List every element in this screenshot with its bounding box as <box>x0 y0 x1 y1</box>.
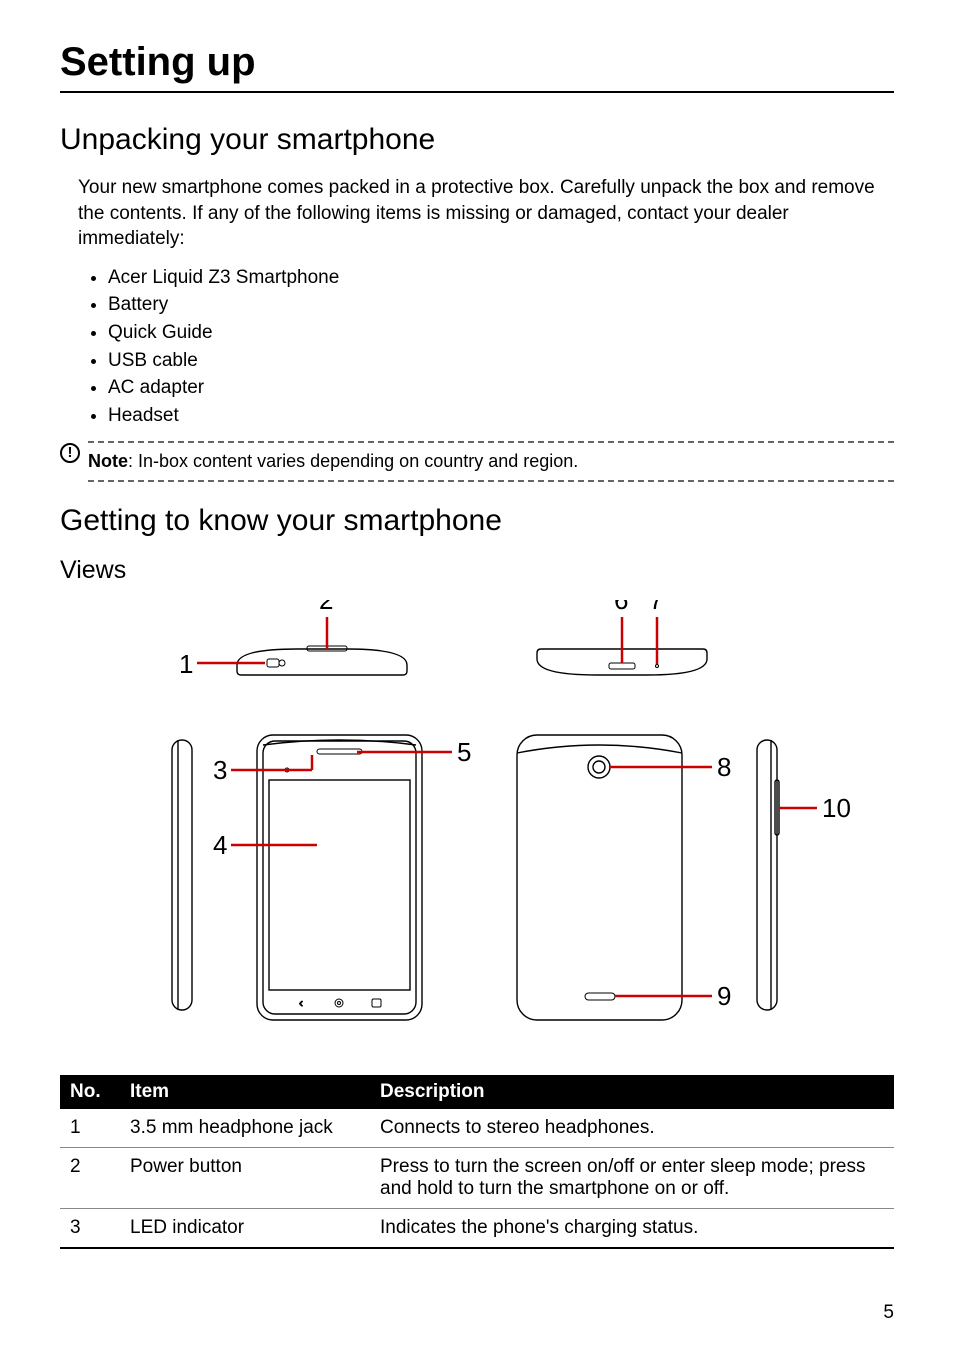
unpacking-intro: Your new smartphone comes packed in a pr… <box>78 175 894 252</box>
list-item: Battery <box>108 291 894 319</box>
svg-text:‹: ‹ <box>299 996 303 1010</box>
callout-7: 7 <box>649 600 663 615</box>
callout-1: 1 <box>179 649 193 679</box>
note-callout: ! Note: In-box content varies depending … <box>60 441 894 482</box>
callout-9: 9 <box>717 981 731 1011</box>
table-row: 2 Power button Press to turn the screen … <box>60 1148 894 1209</box>
page-number: 5 <box>883 1302 894 1324</box>
table-row: 1 3.5 mm headphone jack Connects to ster… <box>60 1109 894 1148</box>
views-subheading: Views <box>60 556 894 585</box>
col-header-no: No. <box>60 1075 120 1109</box>
list-item: AC adapter <box>108 374 894 402</box>
section-unpacking-heading: Unpacking your smartphone <box>60 123 894 157</box>
col-header-item: Item <box>120 1075 370 1109</box>
note-text: : In-box content varies depending on cou… <box>128 451 578 471</box>
section-getting-to-know-heading: Getting to know your smartphone <box>60 504 894 538</box>
alert-icon: ! <box>60 443 80 463</box>
callout-8: 8 <box>717 752 731 782</box>
callout-2: 2 <box>319 600 333 615</box>
list-item: Quick Guide <box>108 319 894 347</box>
callout-3: 3 <box>213 755 227 785</box>
page-title: Setting up <box>60 40 894 93</box>
callout-10: 10 <box>822 793 851 823</box>
list-item: Acer Liquid Z3 Smartphone <box>108 264 894 292</box>
list-item: USB cable <box>108 347 894 375</box>
callout-4: 4 <box>213 830 227 860</box>
table-row: 3 LED indicator Indicates the phone's ch… <box>60 1209 894 1249</box>
list-item: Headset <box>108 402 894 430</box>
note-label: Note <box>88 451 128 471</box>
callout-6: 6 <box>614 600 628 615</box>
callout-5: 5 <box>457 737 471 767</box>
box-contents-list: Acer Liquid Z3 Smartphone Battery Quick … <box>108 264 894 429</box>
parts-table: No. Item Description 1 3.5 mm headphone … <box>60 1075 894 1249</box>
col-header-desc: Description <box>370 1075 894 1109</box>
device-views-diagram: 1 2 6 7 ‹ <box>60 600 894 1045</box>
